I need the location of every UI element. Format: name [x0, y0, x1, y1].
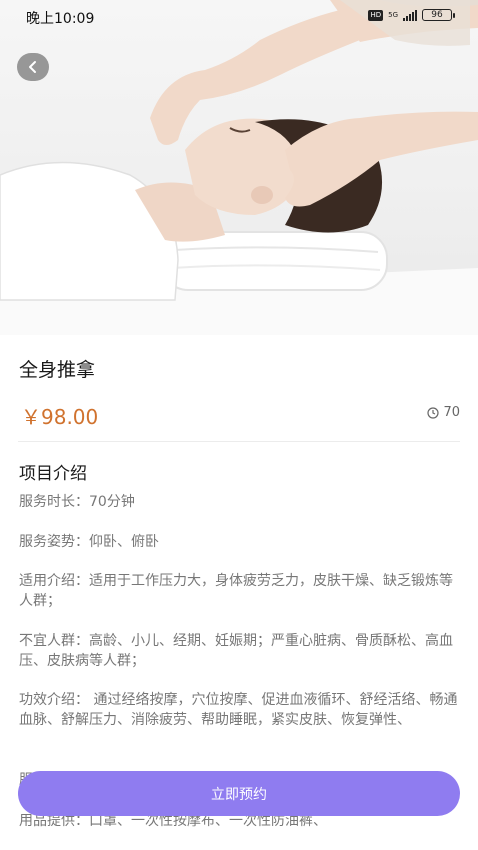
book-now-button[interactable]: 立即预约: [18, 771, 460, 816]
network-label: 5G: [388, 11, 398, 19]
product-price: ￥98.00: [21, 405, 99, 429]
product-title: 全身推拿: [19, 359, 96, 381]
chevron-left-icon: [29, 61, 36, 73]
signal-icon: [403, 9, 417, 21]
hero-image: [0, 0, 478, 335]
detail-duration: 服务时长：70分钟: [19, 494, 135, 510]
status-bar: 晚上10:09 HD 5G 96: [0, 0, 478, 34]
massage-photo: [0, 0, 478, 335]
status-icons: HD 5G 96: [368, 9, 455, 21]
detail-unsuitable: 不宜人群：高龄、小儿、经期、妊娠期；严重心脏病、骨质酥松、高血压、皮肤病等人群；: [19, 633, 453, 669]
detail-effects: 功效介绍： 通过经络按摩，穴位按摩、促进血液循环、舒经活络、畅通血脉、舒解压力、…: [19, 692, 458, 728]
sales-count-value: 70: [443, 405, 460, 420]
detail-suitable: 适用介绍：适用于工作压力大，身体疲劳乏力，皮肤干燥、缺乏锻炼等人群；: [19, 573, 453, 609]
divider: [18, 441, 460, 442]
back-button[interactable]: [17, 53, 49, 81]
section-title: 项目介绍: [19, 464, 87, 484]
hd-icon: HD: [368, 9, 384, 21]
battery-icon: 96: [422, 9, 455, 21]
status-time: 晚上10:09: [26, 11, 95, 27]
detail-posture: 服务姿势：仰卧、俯卧: [19, 534, 159, 550]
sales-count: 70: [427, 405, 460, 420]
clock-icon: [427, 406, 440, 419]
